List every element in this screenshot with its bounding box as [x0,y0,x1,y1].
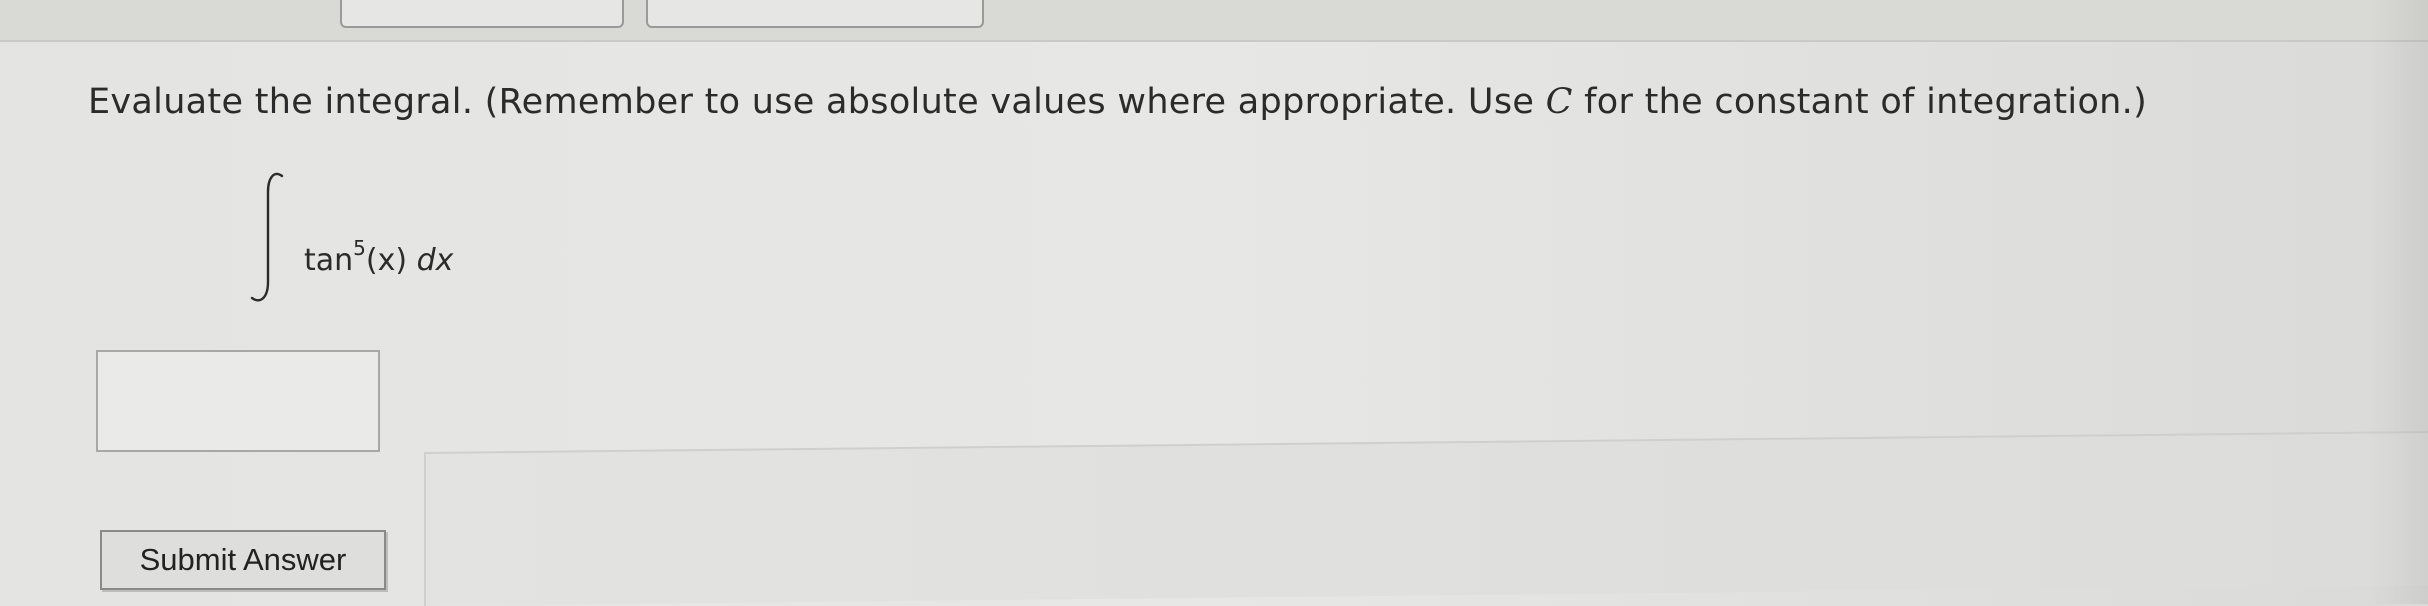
integrand: tan5(x) dx [304,236,454,278]
integrand-argument: (x) [365,243,408,278]
top-tab-right[interactable] [646,0,984,28]
answer-input[interactable] [96,350,380,452]
constant-symbol: C [1545,82,1573,122]
integrand-function: tan [304,243,354,278]
edge-shadow [2368,0,2428,604]
submit-answer-button[interactable]: Submit Answer [100,530,386,590]
question-prompt: Evaluate the integral. (Remember to use … [88,82,2147,122]
top-tab-left[interactable] [340,0,624,28]
integral-sign [250,172,284,302]
prompt-text-start: Evaluate the integral. (Remember to use … [88,82,1546,122]
feedback-area [424,430,2428,606]
integrand-differential: dx [416,243,454,278]
prompt-text-end: for the constant of integration.) [1572,82,2148,122]
integrand-power: 5 [353,236,366,260]
